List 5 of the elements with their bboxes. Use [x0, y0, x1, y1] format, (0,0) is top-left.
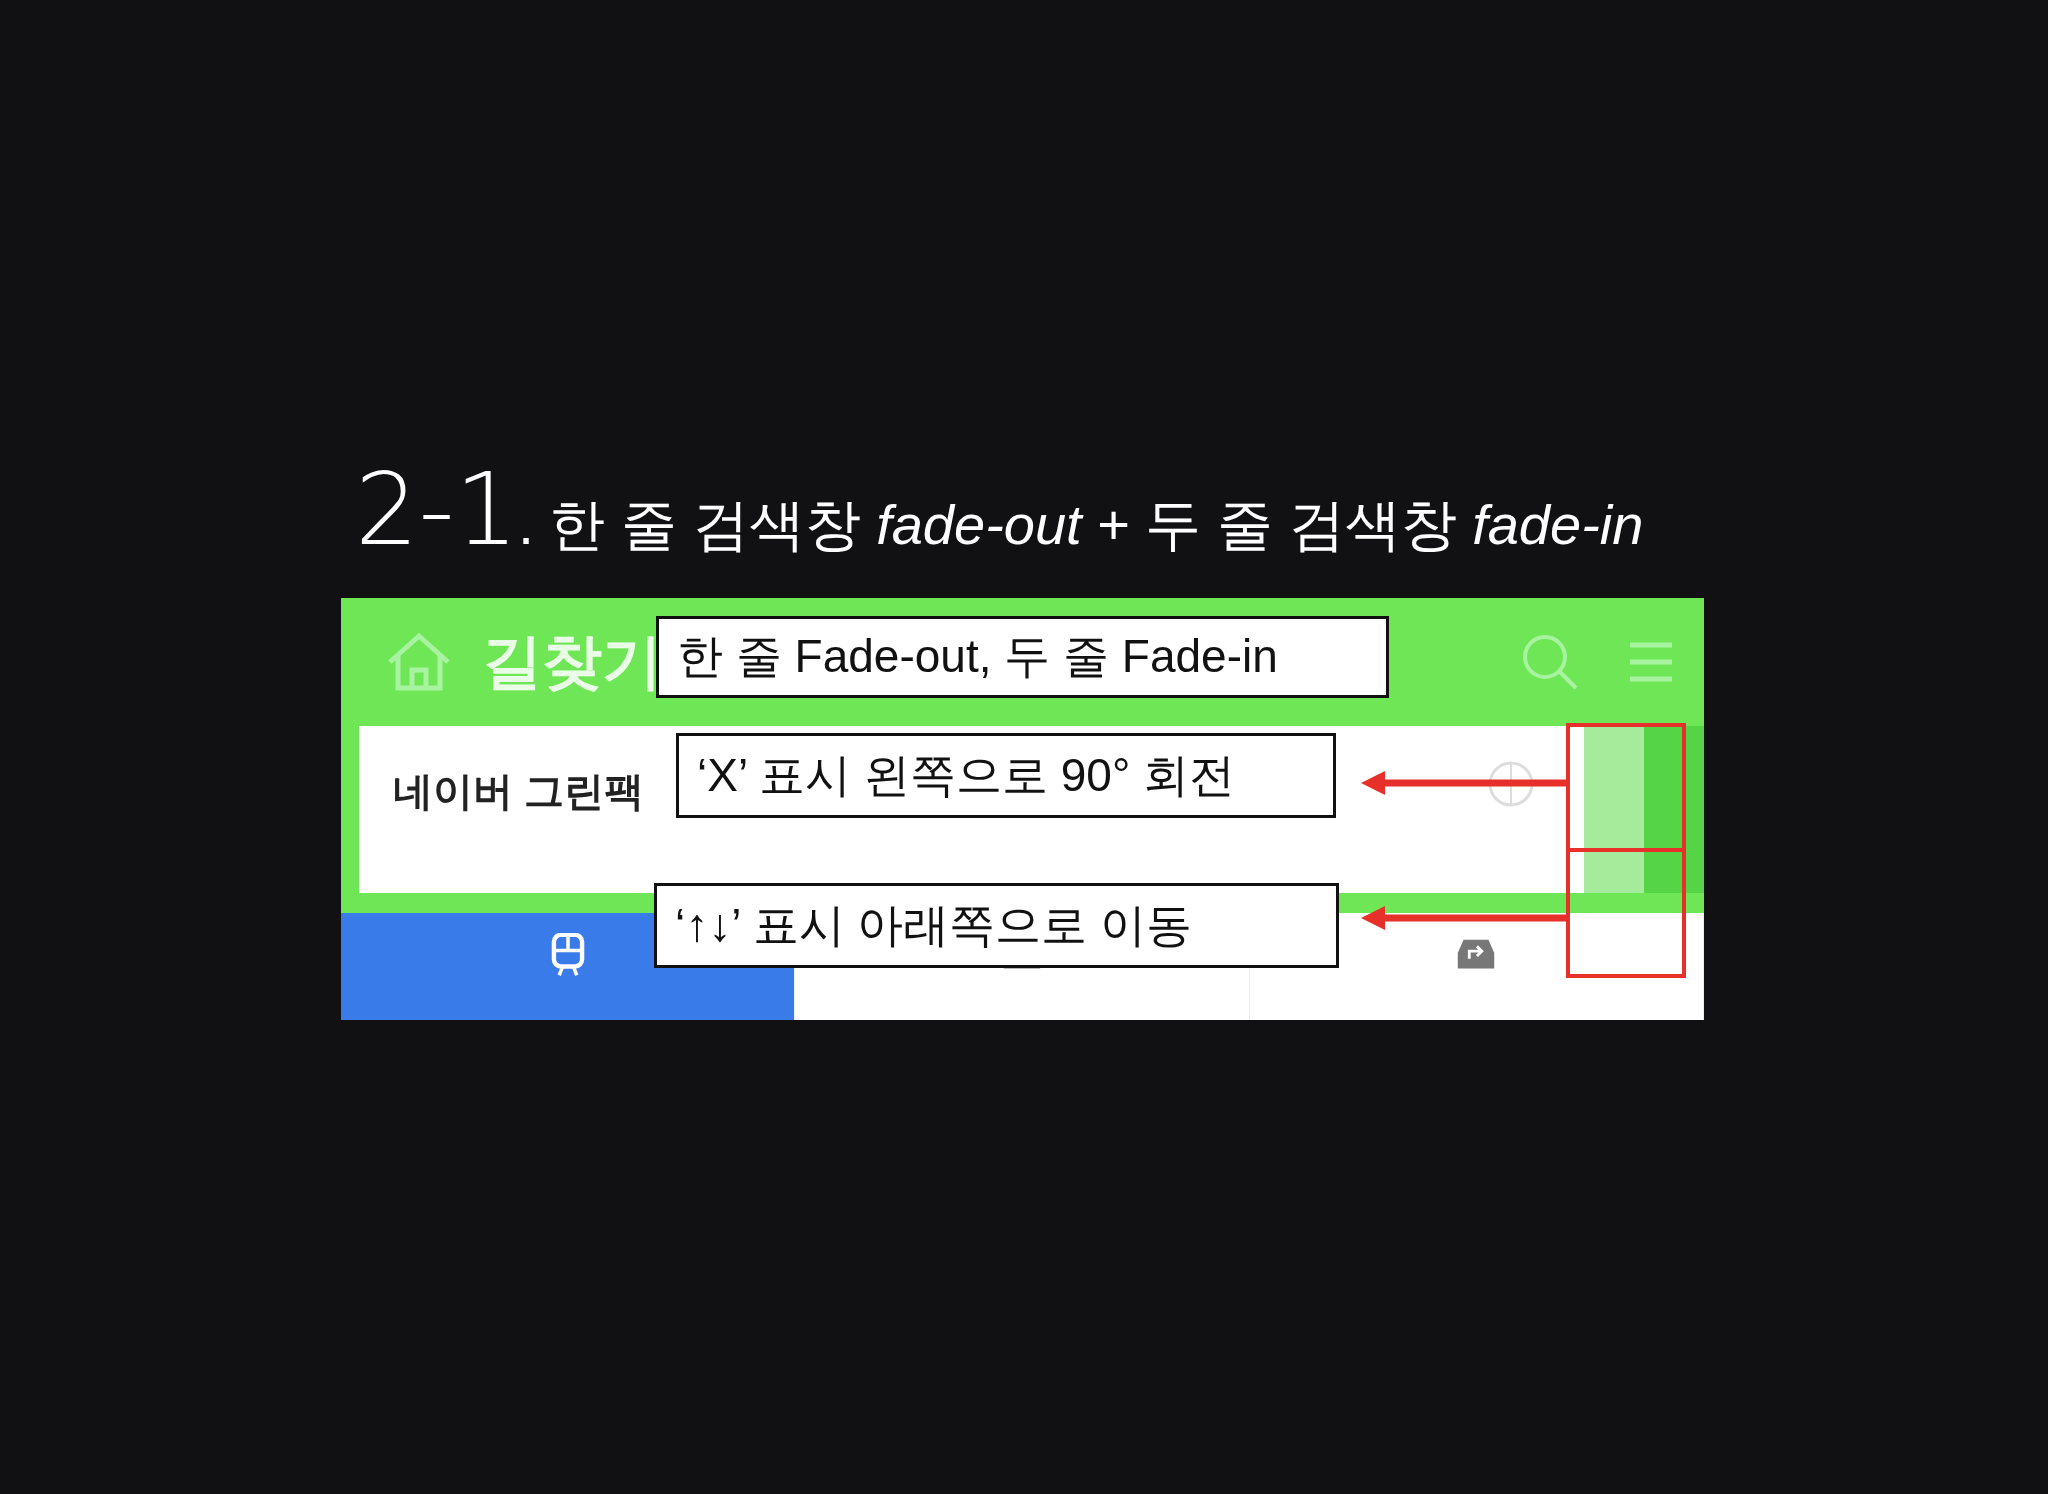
slide-title: . 한 줄 검색창 fade-out + 두 줄 검색창 fade-in: [518, 497, 1644, 553]
callout-tooltip: 한 줄 Fade-out, 두 줄 Fade-in: [656, 616, 1389, 698]
callout-tooltip: ‘↑↓’ 표시 아래쪽으로 이동: [654, 883, 1339, 968]
slide-number: 2-1: [355, 460, 519, 560]
callout-tooltip: ‘X’ 표시 왼쪽으로 90° 회전: [676, 733, 1336, 818]
